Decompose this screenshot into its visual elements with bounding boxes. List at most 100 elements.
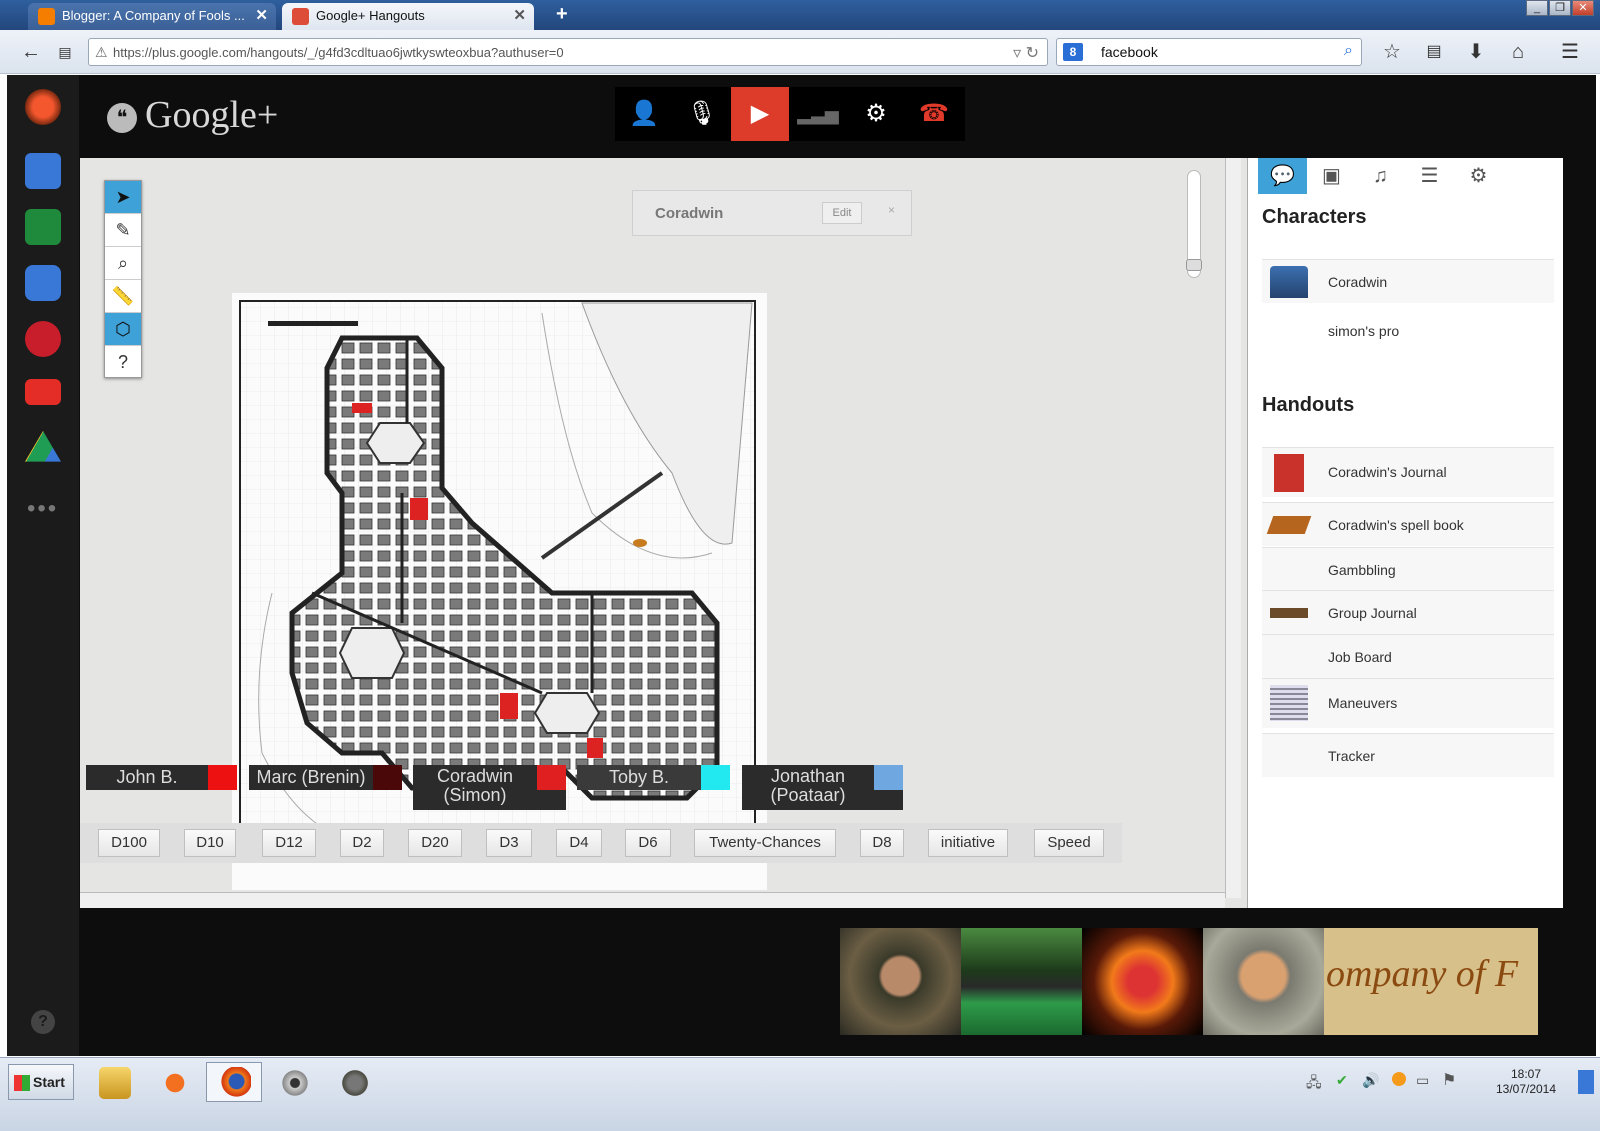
restore-icon[interactable]: ❐ (1549, 0, 1571, 16)
hang-up-icon[interactable]: ☎ (905, 87, 963, 141)
close-window-icon[interactable]: ✕ (1572, 0, 1594, 16)
macro-button[interactable]: D100 (98, 829, 160, 857)
search-engine-icon[interactable]: 8 (1063, 43, 1083, 61)
participant-video[interactable] (1082, 928, 1203, 1035)
participant-video[interactable]: ompany of F (1324, 928, 1538, 1035)
turn-order-edit-button[interactable]: Edit (822, 202, 862, 224)
macro-button[interactable]: D3 (486, 829, 532, 857)
journal-item-handout[interactable]: Group Journal (1262, 590, 1554, 634)
start-button[interactable]: Start (8, 1064, 74, 1100)
taskbar-app[interactable] (326, 1062, 382, 1102)
bookmarks-list-icon[interactable]: ▤ (1416, 38, 1452, 66)
participant-video[interactable] (1203, 928, 1324, 1035)
horizontal-scrollbar[interactable] (80, 892, 1225, 908)
bookmark-star-icon[interactable]: ☆ (1374, 38, 1410, 66)
roll20-icon[interactable] (25, 321, 61, 357)
turn-order-close-icon[interactable]: × (888, 203, 895, 217)
capture-icon[interactable] (25, 265, 61, 301)
zoom-slider-handle[interactable] (1186, 259, 1202, 271)
drive-icon[interactable] (25, 431, 61, 462)
player-plate[interactable]: John B. (86, 765, 237, 790)
measure-tool-icon[interactable]: 📏 (105, 280, 141, 313)
clock-time: 18:07 (1510, 1067, 1542, 1081)
draw-tool-icon[interactable]: ✎ (105, 214, 141, 247)
zoom-slider[interactable] (1186, 170, 1202, 278)
search-bar[interactable]: 8 facebook ⌕ (1056, 38, 1362, 66)
search-input[interactable]: facebook (1101, 44, 1158, 60)
taskbar-app[interactable] (266, 1062, 322, 1102)
journal-item-handout[interactable]: Coradwin's Journal (1262, 447, 1554, 497)
settings-icon[interactable]: ⚙ (847, 87, 905, 141)
tab-blogger[interactable]: Blogger: A Company of Fools ... ✕ (28, 3, 276, 30)
tray-avast-icon[interactable] (1392, 1072, 1406, 1086)
dice-tool-icon[interactable]: ⬡ (105, 313, 141, 346)
tray-flag-icon[interactable]: ⚑ (1442, 1070, 1456, 1090)
close-tab-icon[interactable]: ✕ (255, 6, 268, 24)
mute-mic-icon[interactable]: 🎙 (673, 87, 731, 141)
jukebox-tab-icon[interactable]: ♫ (1356, 158, 1405, 194)
journal-item-character[interactable]: simon's pro (1262, 309, 1554, 353)
macro-button[interactable]: D6 (625, 829, 671, 857)
macro-button[interactable]: D10 (184, 829, 236, 857)
settings-tab-icon[interactable]: ⚙ (1454, 158, 1503, 194)
macro-button[interactable]: initiative (928, 829, 1008, 857)
chat-icon[interactable] (25, 153, 61, 189)
hangout-app-icon[interactable] (25, 89, 61, 125)
journal-tab-icon[interactable]: ☰ (1405, 158, 1454, 194)
bandwidth-icon[interactable]: ▂▃▅ (789, 87, 847, 141)
macro-button[interactable]: D8 (860, 829, 904, 857)
reload-icon[interactable]: ▿ ↻ (1013, 43, 1039, 63)
participant-video[interactable] (961, 928, 1082, 1035)
more-icon[interactable]: ••• (27, 495, 58, 523)
player-plate[interactable]: Toby B. (577, 765, 730, 790)
journal-item-handout[interactable]: Tracker (1262, 733, 1554, 777)
show-desktop-button[interactable] (1578, 1070, 1594, 1094)
macro-button[interactable]: D12 (262, 829, 316, 857)
tray-security-icon[interactable]: ✔ (1336, 1072, 1348, 1089)
journal-item-handout[interactable]: Job Board (1262, 634, 1554, 678)
help-icon[interactable]: ? (31, 1010, 55, 1034)
journal-item-handout[interactable]: Coradwin's spell book (1262, 502, 1554, 546)
invite-person-icon[interactable]: 👤 (615, 87, 673, 141)
tray-monitor-icon[interactable]: ▭ (1416, 1072, 1429, 1089)
tray-volume-icon[interactable]: 🔊 (1362, 1072, 1379, 1089)
vertical-scrollbar[interactable] (1225, 158, 1241, 898)
roll20-tabletop[interactable]: ➤ ✎ ⌕ 📏 ⬡ ? Coradwin Edit × John B. Marc… (80, 158, 1247, 908)
home-icon[interactable]: ⌂ (1500, 38, 1536, 66)
journal-item-handout[interactable]: Gambbling (1262, 547, 1554, 591)
camera-off-icon[interactable]: ▶ (731, 87, 789, 141)
help-tool-icon[interactable]: ? (105, 346, 141, 379)
player-plate[interactable]: Jonathan (Poataar) (742, 765, 903, 810)
player-plate[interactable]: Coradwin (Simon) (413, 765, 566, 810)
macro-button[interactable]: Speed (1034, 829, 1104, 857)
tray-network-icon[interactable]: 🖧 (1306, 1072, 1322, 1096)
address-bar[interactable]: ⚠ https://plus.google.com/hangouts/_/g4f… (88, 38, 1048, 66)
macro-button[interactable]: D4 (556, 829, 602, 857)
player-plate[interactable]: Marc (Brenin) (249, 765, 402, 790)
screenshare-icon[interactable] (25, 209, 61, 245)
journal-item-handout[interactable]: Maneuvers (1262, 678, 1554, 728)
close-tab-icon[interactable]: ✕ (513, 6, 526, 24)
minimize-icon[interactable]: _ (1526, 0, 1548, 16)
new-tab-button[interactable]: + (556, 3, 568, 26)
chat-tab-icon[interactable]: 💬 (1258, 158, 1307, 194)
journal-item-character[interactable]: Coradwin (1262, 259, 1554, 303)
select-tool-icon[interactable]: ➤ (105, 181, 141, 214)
macro-button[interactable]: Twenty-Chances (694, 829, 836, 857)
clock[interactable]: 18:07 13/07/2014 (1486, 1067, 1566, 1097)
back-button[interactable]: ← (16, 38, 46, 66)
macro-button[interactable]: D20 (408, 829, 462, 857)
downloads-icon[interactable]: ⬇ (1458, 38, 1494, 66)
taskbar-app[interactable] (86, 1062, 142, 1102)
taskbar-app[interactable] (146, 1062, 202, 1102)
tab-google-hangouts[interactable]: Google+ Hangouts ✕ (282, 3, 534, 30)
participant-video[interactable] (840, 928, 961, 1035)
turn-order-card[interactable]: Coradwin Edit × (632, 190, 912, 236)
zoom-tool-icon[interactable]: ⌕ (105, 247, 141, 280)
taskbar-app[interactable] (206, 1062, 262, 1102)
youtube-icon[interactable] (25, 379, 61, 405)
macro-button[interactable]: D2 (340, 829, 384, 857)
menu-icon[interactable]: ☰ (1552, 38, 1588, 66)
art-tab-icon[interactable]: ▣ (1307, 158, 1356, 194)
search-icon[interactable]: ⌕ (1344, 42, 1353, 60)
